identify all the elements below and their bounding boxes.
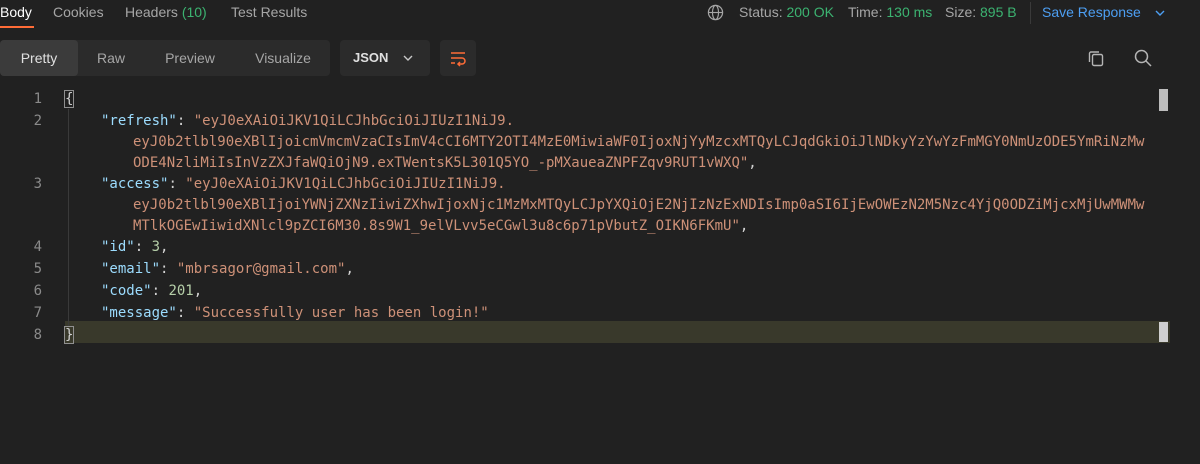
current-line-highlight	[65, 321, 1170, 343]
json-key: "id"	[101, 239, 135, 255]
json-line-id: "id": 3,	[101, 239, 169, 255]
indent-guide	[68, 109, 69, 327]
save-response-button[interactable]: Save Response	[1042, 4, 1141, 20]
json-string: "Successfully user has been login!"	[193, 305, 489, 321]
tab-headers-label: Headers	[125, 4, 178, 20]
json-string: ODE4NzliMiIsInVzZXJfaWQiOjN9.exTWentsK5L…	[133, 155, 749, 171]
status-value: 200 OK	[786, 4, 834, 20]
globe-icon[interactable]	[707, 4, 724, 21]
view-pretty[interactable]: Pretty	[0, 40, 78, 76]
json-line-code: "code": 201,	[101, 283, 203, 299]
time-indicator[interactable]: Time: 130 ms	[848, 4, 932, 20]
json-key: "access"	[101, 176, 169, 192]
json-line-access-end: MTlkOGEwIiwidXNlcl9pZCI6M30.8s9W1_9elVLv…	[133, 218, 749, 234]
view-raw[interactable]: Raw	[78, 40, 144, 76]
headers-count-badge: (10)	[181, 4, 207, 20]
json-string: "eyJ0eXAiOiJKV1QiLCJhbGciOiJIUzI1NiJ9.	[185, 176, 506, 192]
search-icon[interactable]	[1133, 48, 1153, 68]
tab-headers[interactable]: Headers (10)	[125, 4, 207, 20]
size-indicator[interactable]: Size: 895 B	[945, 4, 1017, 20]
size-value: 895 B	[980, 4, 1017, 20]
view-preview[interactable]: Preview	[144, 40, 236, 76]
line-number: 7	[33, 305, 42, 321]
json-string: "mbrsagor@gmail.com"	[176, 261, 346, 277]
json-line-message: "message": "Successfully user has been l…	[101, 305, 489, 321]
tab-body[interactable]: Body	[0, 4, 32, 20]
line-number: 5	[33, 261, 42, 277]
close-brace: }	[63, 326, 75, 344]
json-string: MTlkOGEwIiwidXNlcl9pZCI6M30.8s9W1_9elVLv…	[133, 218, 740, 234]
line-number: 3	[33, 176, 42, 192]
line-number: 1	[33, 91, 42, 107]
active-tab-indicator	[0, 26, 34, 28]
wrap-lines-button[interactable]	[440, 40, 476, 76]
line-number: 2	[33, 113, 42, 129]
time-value: 130 ms	[886, 4, 933, 20]
json-key: "refresh"	[101, 113, 177, 129]
response-tabs-bar: Body Cookies Headers (10) Test Results S…	[0, 0, 1200, 28]
line-number: 8	[33, 327, 42, 343]
size-label: Size:	[945, 4, 977, 20]
scrollbar-thumb[interactable]	[1159, 89, 1168, 111]
tab-test-results[interactable]: Test Results	[231, 4, 307, 20]
json-number: 3	[151, 239, 161, 255]
json-line-refresh: "refresh": "eyJ0eXAiOiJKV1QiLCJhbGciOiJI…	[101, 113, 515, 129]
json-line-email: "email": "mbrsagor@gmail.com",	[101, 261, 354, 277]
chevron-down-icon	[403, 55, 413, 61]
status-indicator[interactable]: Status: 200 OK	[739, 4, 834, 20]
chevron-down-icon[interactable]	[1154, 7, 1166, 19]
format-label: JSON	[353, 50, 389, 65]
time-label: Time:	[848, 4, 883, 20]
open-brace: {	[63, 90, 75, 108]
json-key: "message"	[101, 305, 177, 321]
line-number: 4	[33, 239, 42, 255]
json-string: "eyJ0eXAiOiJKV1QiLCJhbGciOiJIUzI1NiJ9.	[193, 113, 515, 129]
json-key: "code"	[101, 283, 152, 299]
divider	[1030, 2, 1031, 24]
tab-cookies[interactable]: Cookies	[53, 4, 104, 20]
json-string: eyJ0b2tlbl90eXBlIjoiYWNjZXNzIiwiZXhwIjox…	[133, 197, 1145, 213]
format-dropdown[interactable]: JSON	[340, 40, 430, 76]
view-visualize[interactable]: Visualize	[236, 40, 330, 76]
json-string: eyJ0b2tlbl90eXBlIjoicmVmcmVzaCIsImV4cCI6…	[133, 134, 1145, 150]
json-line-access: "access": "eyJ0eXAiOiJKV1QiLCJhbGciOiJIU…	[101, 176, 506, 192]
json-number: 201	[168, 283, 194, 299]
response-body-editor[interactable]: 1 2 3 4 5 6 7 8 { "refresh": "eyJ0eXAiOi…	[0, 89, 1200, 464]
line-number: 6	[33, 283, 42, 299]
wrap-lines-icon	[451, 52, 466, 67]
status-label: Status:	[739, 4, 783, 20]
overview-ruler-marker	[1159, 322, 1168, 342]
view-mode-segmented-control: Pretty Raw Preview Visualize	[0, 40, 330, 76]
json-key: "email"	[101, 261, 161, 277]
json-line-refresh-end: ODE4NzliMiIsInVzZXJfaWQiOjN9.exTWentsK5L…	[133, 155, 757, 171]
copy-icon[interactable]	[1087, 49, 1105, 67]
